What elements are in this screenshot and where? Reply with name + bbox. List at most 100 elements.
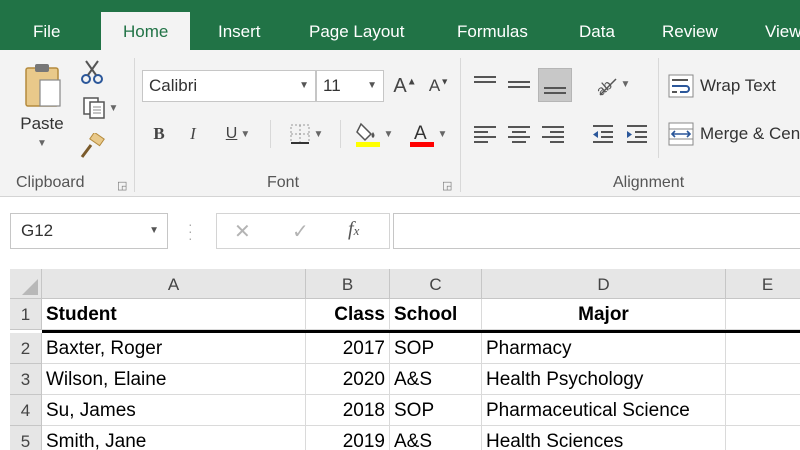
italic-icon: I [190, 124, 196, 143]
bottom-align-button[interactable] [538, 68, 572, 102]
name-box[interactable]: G12 ▼ [10, 213, 168, 249]
font-name-combo[interactable]: Calibri ▼ [142, 70, 316, 102]
cell-c3[interactable]: A&S [390, 364, 482, 395]
bold-button[interactable]: B [146, 120, 172, 148]
paste-button[interactable]: Paste ▼ [14, 60, 70, 160]
cell-b1[interactable]: Class [306, 299, 390, 330]
cell-d4[interactable]: Pharmaceutical Science [482, 395, 726, 426]
column-header-d[interactable]: D [482, 269, 726, 299]
tab-page-layout[interactable]: Page Layout [309, 0, 404, 50]
header-bottom-border [42, 330, 800, 333]
copy-button[interactable]: ▼ [76, 94, 124, 122]
cell-d5[interactable]: Health Sciences [482, 426, 726, 450]
merge-center-button[interactable]: Merge & Center [668, 118, 800, 150]
row-header-3[interactable]: 3 [10, 364, 42, 395]
cell-e5[interactable] [726, 426, 800, 450]
cut-button[interactable] [78, 58, 106, 86]
cell-d1[interactable]: Major [482, 299, 726, 330]
tab-review[interactable]: Review [662, 0, 718, 50]
paste-label: Paste [20, 114, 64, 133]
fill-color-button[interactable]: ▼ [350, 118, 398, 150]
font-size-combo[interactable]: 11 ▼ [316, 70, 384, 102]
decrease-indent-button[interactable] [588, 118, 618, 150]
column-header-a[interactable]: A [42, 269, 306, 299]
middle-align-icon [508, 73, 530, 96]
tab-file[interactable]: File [33, 0, 60, 50]
cell-a5[interactable]: Smith, Jane [42, 426, 306, 450]
middle-align-button[interactable] [504, 68, 534, 100]
chevron-down-icon[interactable]: ▼ [621, 79, 631, 90]
cell-b3[interactable]: 2020 [306, 364, 390, 395]
wrap-text-button[interactable]: Wrap Text [668, 70, 776, 102]
cell-a4[interactable]: Su, James [42, 395, 306, 426]
select-all-icon [22, 279, 38, 295]
tab-view[interactable]: View [765, 0, 800, 50]
formula-input[interactable] [393, 213, 800, 249]
underline-button[interactable]: U ▼ [214, 120, 262, 148]
bold-icon: B [153, 124, 165, 143]
row-header-2[interactable]: 2 [10, 333, 42, 364]
orientation-button[interactable]: ab ▼ [588, 68, 634, 100]
cell-b2[interactable]: 2017 [306, 333, 390, 364]
column-header-e[interactable]: E [726, 269, 800, 299]
increase-font-size-button[interactable]: A▲ [392, 72, 418, 100]
cell-c4[interactable]: SOP [390, 395, 482, 426]
select-all-button[interactable] [10, 269, 42, 299]
paintbrush-icon [80, 133, 105, 158]
cell-b5[interactable]: 2019 [306, 426, 390, 450]
dialog-launcher-icon[interactable]: ◲ [117, 179, 127, 192]
cancel-icon[interactable]: ✕ [234, 219, 251, 244]
font-name-value: Calibri [149, 76, 198, 95]
tab-home[interactable]: Home [101, 12, 191, 52]
chevron-down-icon[interactable]: ▼ [384, 129, 394, 140]
chevron-down-icon[interactable]: ▼ [109, 103, 119, 114]
chevron-down-icon[interactable]: ▼ [367, 71, 377, 101]
cell-d3[interactable]: Health Psychology [482, 364, 726, 395]
align-right-button[interactable] [538, 118, 568, 150]
italic-button[interactable]: I [180, 120, 206, 148]
cell-b4[interactable]: 2018 [306, 395, 390, 426]
shrink-font-icon: A▼ [428, 76, 450, 95]
align-center-button[interactable] [504, 118, 534, 150]
cell-e3[interactable] [726, 364, 800, 395]
cell-e1[interactable] [726, 299, 800, 330]
align-left-button[interactable] [470, 118, 500, 150]
enter-check-icon[interactable]: ✓ [292, 219, 309, 244]
row-header-4[interactable]: 4 [10, 395, 42, 426]
column-header-b[interactable]: B [306, 269, 390, 299]
cell-c2[interactable]: SOP [390, 333, 482, 364]
row-header-5[interactable]: 5 [10, 426, 42, 450]
chevron-down-icon[interactable]: ▼ [299, 71, 309, 101]
group-divider [134, 58, 135, 192]
top-align-button[interactable] [470, 68, 500, 100]
cell-e2[interactable] [726, 333, 800, 364]
cell-d2[interactable]: Pharmacy [482, 333, 726, 364]
cell-e4[interactable] [726, 395, 800, 426]
align-right-icon [542, 123, 564, 146]
chevron-down-icon[interactable]: ▼ [240, 129, 250, 140]
row-header-1[interactable]: 1 [10, 299, 42, 330]
insert-function-icon[interactable]: fx [348, 218, 359, 241]
formula-bar-grip-icon[interactable]: · · · [188, 217, 193, 245]
cell-a2[interactable]: Baxter, Roger [42, 333, 306, 364]
chevron-down-icon[interactable]: ▼ [149, 214, 159, 248]
tab-formulas[interactable]: Formulas [457, 0, 528, 50]
cell-a1[interactable]: Student [42, 299, 306, 330]
dialog-launcher-icon[interactable]: ◲ [442, 179, 452, 192]
format-painter-button[interactable] [78, 132, 106, 160]
tab-insert[interactable]: Insert [218, 0, 261, 50]
divider [658, 58, 659, 158]
wrap-text-label: Wrap Text [700, 76, 776, 95]
decrease-font-size-button[interactable]: A▼ [426, 72, 452, 100]
chevron-down-icon[interactable]: ▼ [37, 138, 47, 149]
chevron-down-icon[interactable]: ▼ [314, 129, 324, 140]
font-color-button[interactable]: A ▼ [404, 118, 452, 150]
cell-a3[interactable]: Wilson, Elaine [42, 364, 306, 395]
cell-c1[interactable]: School [390, 299, 482, 330]
chevron-down-icon[interactable]: ▼ [438, 129, 448, 140]
tab-data[interactable]: Data [579, 0, 615, 50]
borders-button[interactable]: ▼ [282, 120, 330, 148]
cell-c5[interactable]: A&S [390, 426, 482, 450]
column-header-c[interactable]: C [390, 269, 482, 299]
increase-indent-button[interactable] [622, 118, 652, 150]
